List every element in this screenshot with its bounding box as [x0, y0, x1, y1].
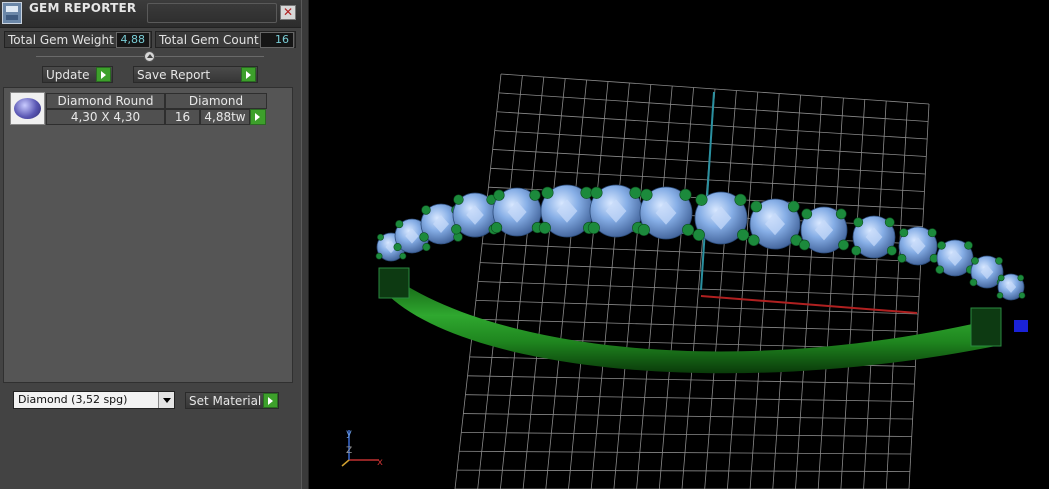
material-select-value: Diamond (3,52 spg) — [18, 393, 128, 406]
prong — [971, 256, 979, 265]
prong — [377, 233, 384, 241]
prong — [884, 217, 895, 228]
prong — [997, 274, 1005, 282]
prong — [679, 188, 692, 201]
gem-shape-cell: Diamond Round — [46, 93, 165, 109]
prong — [629, 186, 642, 199]
prong — [422, 243, 431, 252]
prong — [838, 239, 849, 251]
total-gem-weight-value: 4,88 — [116, 32, 150, 48]
axis-y-label: y — [346, 428, 352, 439]
set-material-button-label: Set Material — [189, 394, 262, 408]
y-axis-line — [700, 91, 715, 291]
panel-title: GEM REPORTER — [29, 1, 137, 15]
prong — [399, 252, 407, 260]
gem-reporter-panel: GEM REPORTER ✕ Total Gem Weight 4,88 Tot… — [0, 0, 301, 489]
gem-stone-icon — [14, 98, 41, 119]
prong — [421, 205, 431, 215]
prong — [529, 189, 541, 201]
gem-size-cell: 4,30 X 4,30 — [46, 109, 165, 125]
play-arrow-icon[interactable] — [96, 67, 111, 82]
axis-x-label: x — [377, 457, 383, 468]
prong — [682, 223, 695, 236]
chevron-down-icon[interactable] — [158, 392, 174, 408]
prong — [747, 234, 760, 247]
gem-list — [3, 87, 293, 383]
prong — [851, 245, 862, 256]
prong — [734, 193, 747, 206]
prong — [935, 265, 944, 274]
prong — [964, 241, 973, 250]
collapse-toggle-icon[interactable] — [144, 51, 155, 62]
play-arrow-icon[interactable] — [250, 109, 266, 125]
prong — [937, 241, 946, 250]
prong — [886, 245, 897, 256]
total-gem-weight-label-text: Total Gem Weight — [8, 33, 114, 47]
prong — [393, 243, 402, 252]
play-arrow-icon[interactable] — [241, 67, 256, 82]
prong — [590, 186, 603, 199]
construction-grid — [454, 73, 930, 489]
prong — [538, 221, 551, 234]
update-button-label: Update — [46, 68, 90, 82]
prong — [493, 189, 505, 201]
prong — [853, 217, 864, 228]
prong — [835, 208, 847, 220]
axis-gizmo: x y Z — [341, 428, 383, 468]
prong — [541, 186, 554, 199]
viewport-canvas: x y Z — [341, 73, 1028, 489]
panel-splitter[interactable] — [301, 0, 309, 489]
grid-line — [500, 73, 930, 105]
gem-weight-cell: 4,88tw — [200, 109, 250, 125]
prong — [737, 228, 750, 241]
prong — [695, 193, 708, 206]
prong — [801, 208, 813, 220]
prong — [1018, 292, 1026, 299]
material-select[interactable]: Diamond (3,52 spg) — [13, 391, 175, 409]
update-button[interactable]: Update — [42, 66, 113, 83]
prong — [375, 252, 383, 260]
prong — [969, 278, 978, 287]
prong — [1017, 274, 1025, 282]
total-gem-count-value: 16 — [260, 32, 294, 48]
prong — [897, 253, 907, 263]
prong — [453, 194, 464, 205]
prong — [927, 228, 937, 238]
save-report-button-label: Save Report — [137, 68, 211, 82]
total-gem-count-label-text: Total Gem Count — [159, 33, 259, 47]
prong — [996, 292, 1004, 299]
gem-count-cell: 16 — [165, 109, 200, 125]
set-material-button[interactable]: Set Material — [185, 392, 279, 409]
prong — [587, 221, 600, 234]
prong — [419, 232, 429, 242]
prong — [395, 220, 404, 229]
prong — [750, 200, 763, 213]
selection-marker — [1014, 320, 1028, 332]
3d-viewport[interactable]: x y Z — [309, 0, 1049, 489]
prong — [637, 223, 650, 236]
prong — [787, 200, 800, 213]
prong — [899, 228, 909, 238]
prong — [491, 222, 503, 234]
ring-end-block-left — [378, 267, 410, 299]
gem-reporter-app-icon — [2, 2, 22, 24]
axis-z-label: Z — [346, 446, 352, 456]
gem-material-cell: Diamond — [165, 93, 267, 109]
ring-end-block-right — [970, 307, 1002, 347]
play-arrow-icon[interactable] — [263, 393, 278, 408]
prong — [995, 256, 1003, 265]
title-bar-frame — [147, 3, 277, 23]
title-bar: GEM REPORTER ✕ — [0, 0, 301, 28]
ring-band — [381, 268, 1001, 374]
prong — [451, 224, 462, 235]
prong — [692, 228, 705, 241]
diamond-round-thumbnail[interactable] — [10, 92, 45, 125]
prong — [640, 188, 653, 201]
save-report-button[interactable]: Save Report — [133, 66, 258, 83]
close-icon[interactable]: ✕ — [280, 5, 296, 20]
prong — [799, 239, 810, 251]
